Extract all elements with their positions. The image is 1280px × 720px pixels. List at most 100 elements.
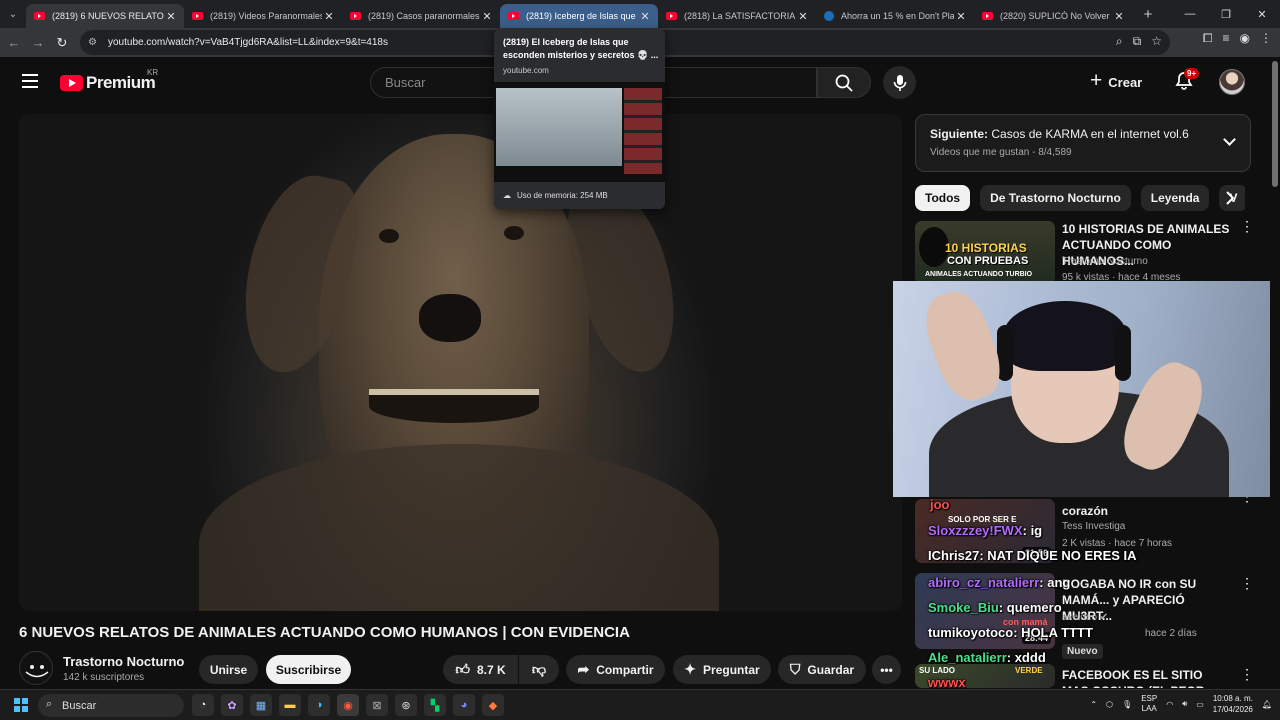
- file-explorer-icon[interactable]: ▬: [279, 694, 301, 716]
- create-label: Crear: [1108, 74, 1143, 90]
- site-info-icon[interactable]: ⚙: [88, 37, 102, 48]
- like-count: 8.7 K: [476, 662, 506, 677]
- recommendation-menu-icon[interactable]: ⋮: [1240, 667, 1254, 681]
- tab-close-icon[interactable]: ✕: [1112, 10, 1126, 23]
- recommendation-menu-icon[interactable]: ⋮: [1240, 219, 1254, 233]
- channel-name[interactable]: Trastorno Nocturno: [63, 654, 184, 669]
- browser-tab[interactable]: (2820) SUPLICÓ No Volver Con✕: [974, 4, 1132, 28]
- chat-message: abiro_cz_natalierr: ang: [928, 575, 1070, 590]
- recommendation-title[interactable]: corazón: [1062, 503, 1232, 519]
- new-tab-button[interactable]: +: [1136, 6, 1160, 23]
- more-actions-button[interactable]: •••: [872, 655, 901, 684]
- tab-close-icon[interactable]: ✕: [796, 10, 810, 23]
- join-button[interactable]: Unirse: [199, 655, 258, 684]
- recommendation-item[interactable]: SU LADO VERDE FACEBOOK ES EL SITIO MAS O…: [915, 664, 1255, 688]
- browser-tab[interactable]: Ahorra un 15 % en Don't Play W✕: [816, 4, 974, 28]
- youtube-icon: [982, 12, 993, 20]
- thumbnail-text-2: VERDE: [1015, 666, 1043, 675]
- zoom-icon[interactable]: ⌕: [1116, 34, 1123, 49]
- youtube-premium-logo[interactable]: Premium KR: [60, 68, 158, 93]
- widgets-icon[interactable]: ◔: [192, 694, 214, 716]
- filter-chip[interactable]: De Trastorno Nocturno: [980, 185, 1131, 211]
- up-next-panel[interactable]: Siguiente: Casos de KARMA en el internet…: [915, 114, 1251, 172]
- close-window-icon[interactable]: ✕: [1244, 0, 1280, 28]
- browser-tab[interactable]: (2819) Iceberg de Islas que esc✕: [500, 4, 658, 28]
- recommendation-thumbnail[interactable]: 10 HISTORIAS CON PRUEBAS ANIMALES ACTUAN…: [915, 221, 1055, 285]
- profile-icon[interactable]: ◉: [1240, 31, 1250, 46]
- account-avatar[interactable]: [1219, 69, 1245, 95]
- tray-microphone-icon[interactable]: 🎙︎: [1122, 700, 1132, 709]
- back-icon[interactable]: ←: [2, 31, 26, 55]
- tab-title: (2819) Videos Paranormales Con: [210, 11, 322, 21]
- edge-icon[interactable]: ◑: [308, 694, 330, 716]
- browser-tab[interactable]: (2819) Casos paranormales de ✕: [342, 4, 500, 28]
- recommendation-title[interactable]: FACEBOOK ES EL SITIO MAS OSCURO (EL PEOR…: [1062, 667, 1232, 688]
- browser-menu-icon[interactable]: ⋮: [1260, 31, 1272, 46]
- page-scrollbar[interactable]: [1270, 57, 1280, 687]
- bookmark-star-icon[interactable]: ☆: [1151, 34, 1162, 49]
- share-label: Compartir: [596, 662, 654, 677]
- capcut-icon[interactable]: ▚: [424, 694, 446, 716]
- url-text: youtube.com/watch?v=VaB4Tjgd6RA&list=LL&…: [108, 37, 388, 48]
- taskbar-search-icon: ⌕: [46, 698, 53, 710]
- notifications-center-icon[interactable]: 🔔︎: [1262, 700, 1272, 709]
- tab-close-icon[interactable]: ✕: [322, 10, 336, 23]
- clock[interactable]: 10:08 a. m. 17/04/2026: [1213, 693, 1253, 715]
- filter-chip[interactable]: Leyenda: [1140, 185, 1210, 211]
- create-button[interactable]: + Crear: [1090, 68, 1142, 96]
- app-icon[interactable]: ◆: [482, 694, 504, 716]
- search-button[interactable]: [817, 67, 871, 98]
- tab-close-icon[interactable]: ✕: [480, 10, 494, 23]
- battery-icon[interactable]: ▭: [1196, 700, 1204, 709]
- subscribe-button[interactable]: Suscribirse: [266, 655, 351, 684]
- xbox-icon[interactable]: ⊠: [366, 694, 388, 716]
- like-button[interactable]: 👍︎ 8.7 K: [443, 655, 518, 684]
- tab-title: (2818) La SATISFACTORIA CAÍDA: [684, 11, 796, 21]
- recommendation-channel: Trastorno Nocturno: [1062, 256, 1148, 267]
- video-player[interactable]: [19, 114, 902, 611]
- tab-close-icon[interactable]: ✕: [638, 10, 652, 23]
- forward-icon[interactable]: →: [26, 31, 50, 55]
- screen: ⌄ (2819) 6 NUEVOS RELATOS DE ANIM✕(2819)…: [0, 0, 1280, 720]
- dislike-button[interactable]: 👎︎: [519, 655, 559, 684]
- save-button[interactable]: ⛉ Guardar: [778, 655, 866, 684]
- store-icon[interactable]: ▦: [250, 694, 272, 716]
- recommendation-menu-icon[interactable]: ⋮: [1240, 576, 1254, 590]
- volume-icon[interactable]: 🔊︎: [1182, 699, 1187, 709]
- chat-username: tumikoyotoco: [928, 625, 1014, 640]
- ask-button[interactable]: ✦ Preguntar: [673, 655, 771, 684]
- tray-app-icon[interactable]: ⬡: [1106, 700, 1113, 709]
- extensions-icon[interactable]: ⧠: [1203, 31, 1213, 46]
- browser-tab[interactable]: (2818) La SATISFACTORIA CAÍDA✕: [658, 4, 816, 28]
- minimize-icon[interactable]: —: [1172, 0, 1208, 28]
- reload-icon[interactable]: ↻: [50, 31, 74, 55]
- wifi-icon[interactable]: ◠: [1166, 700, 1173, 709]
- tab-search-chevron-icon[interactable]: ⌄: [0, 0, 26, 28]
- hamburger-menu-icon[interactable]: [22, 74, 38, 88]
- filter-chip[interactable]: Todos: [915, 185, 971, 211]
- browser-tab[interactable]: (2819) 6 NUEVOS RELATOS DE ANIM✕: [26, 4, 184, 28]
- start-button[interactable]: [14, 698, 28, 712]
- github-icon[interactable]: ⊛: [395, 694, 417, 716]
- install-app-icon[interactable]: ⧉: [1133, 34, 1142, 49]
- discord-icon[interactable]: ◕: [453, 694, 475, 716]
- voice-search-button[interactable]: [883, 66, 916, 99]
- media-controls-icon[interactable]: ≡: [1223, 31, 1230, 46]
- copilot-icon[interactable]: ✿: [221, 694, 243, 716]
- chrome-icon[interactable]: ◉: [337, 694, 359, 716]
- channel-avatar[interactable]: [19, 651, 53, 685]
- share-button[interactable]: ➦ Compartir: [566, 655, 665, 684]
- taskbar-search-box[interactable]: ⌕ Buscar: [38, 694, 184, 717]
- dog-eye-right: [504, 226, 524, 240]
- recommendation-item[interactable]: 10 HISTORIAS CON PRUEBAS ANIMALES ACTUAN…: [915, 219, 1255, 285]
- chevron-right-icon[interactable]: [1222, 190, 1238, 206]
- maximize-icon[interactable]: ❐: [1208, 0, 1244, 28]
- browser-tab[interactable]: (2819) Videos Paranormales Con✕: [184, 4, 342, 28]
- preview-sidebar-thumbs: [624, 88, 662, 174]
- up-next-title: Casos de KARMA en el internet vol.6: [991, 127, 1189, 141]
- tab-close-icon[interactable]: ✕: [954, 10, 968, 23]
- scrollbar-thumb[interactable]: [1272, 61, 1278, 187]
- tray-chevron-up-icon[interactable]: ⌃: [1090, 700, 1097, 709]
- tab-close-icon[interactable]: ✕: [164, 10, 178, 23]
- language-indicator[interactable]: ESP LAA: [1141, 694, 1157, 714]
